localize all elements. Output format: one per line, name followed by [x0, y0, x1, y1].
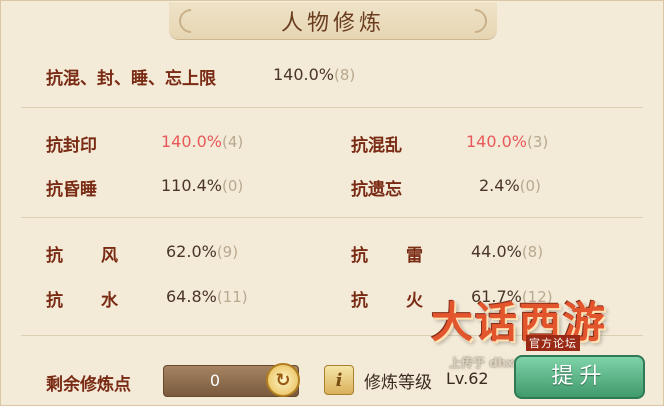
resist-water-label-a: 抗 — [46, 291, 63, 311]
resist-water-value-row: 64.8%(11) — [166, 287, 248, 307]
resist-wind-label-b: 风 — [101, 246, 118, 266]
info-icon: i — [335, 369, 343, 391]
resist-fire-value-row: 61.7%(12) — [471, 287, 553, 307]
resist-thunder-value-row: 44.0%(8) — [471, 242, 543, 262]
resist-seal-value: 140.0% — [161, 132, 223, 151]
seal-cap-value-row: 140.0%(8) — [273, 65, 355, 85]
resist-confuse-value: 140.0% — [466, 132, 528, 151]
resist-forget-row: 抗遗忘 — [351, 175, 402, 200]
resist-forget-label: 抗遗忘 — [351, 180, 402, 200]
resist-fire-label-b: 火 — [406, 291, 423, 311]
page-title: 人物修炼 — [280, 11, 385, 36]
resist-thunder-label-a: 抗 — [351, 246, 368, 266]
resist-water-label-b-row: 水 — [101, 286, 118, 311]
resist-seal-label: 抗封印 — [46, 136, 97, 156]
logo-subtitle: 官方论坛 — [526, 335, 580, 351]
seal-cap-label: 抗混、封、睡、忘上限 — [46, 69, 216, 89]
divider — [21, 107, 643, 108]
upgrade-button[interactable]: 提升 — [514, 355, 645, 399]
resist-confuse-row: 抗混乱 — [351, 131, 402, 156]
resist-sleep-count: (0) — [222, 177, 244, 195]
cultivation-level-label: 修炼等级 — [364, 373, 432, 393]
resist-fire-row: 抗 — [351, 286, 368, 311]
resist-thunder-row: 抗 — [351, 241, 368, 266]
resist-fire-label-a: 抗 — [351, 291, 368, 311]
resist-thunder-label-b-row: 雷 — [406, 241, 423, 266]
resist-confuse-count: (3) — [527, 133, 549, 151]
resist-seal-row: 抗封印 — [46, 131, 97, 156]
resist-confuse-value-row: 140.0%(3) — [466, 132, 548, 152]
cultivation-panel: 人物修炼 抗混、封、睡、忘上限 140.0%(8) 抗封印 140.0%(4) … — [0, 0, 664, 406]
divider — [21, 335, 643, 336]
cultivation-level-value: Lv.62 — [446, 369, 489, 388]
seal-cap-value: 140.0% — [273, 65, 335, 84]
resist-sleep-label: 抗昏睡 — [46, 180, 97, 200]
resist-wind-label-b-row: 风 — [101, 241, 118, 266]
resist-sleep-value: 110.4% — [161, 176, 223, 195]
seal-cap-row: 抗混、封、睡、忘上限 — [46, 64, 216, 89]
resist-fire-value: 61.7% — [471, 287, 522, 306]
remaining-points-field: 0 ↻ — [163, 363, 300, 397]
resist-water-label-b: 水 — [101, 291, 118, 311]
remaining-points-value: 0 — [209, 371, 221, 390]
resist-water-count: (11) — [216, 288, 248, 306]
resist-water-row: 抗 — [46, 286, 63, 311]
resist-wind-row: 抗 — [46, 241, 63, 266]
resist-thunder-label-b: 雷 — [406, 246, 423, 266]
resist-confuse-label: 抗混乱 — [351, 136, 402, 156]
resist-forget-value: 2.4% — [479, 176, 520, 195]
resist-fire-count: (12) — [521, 288, 553, 306]
resist-seal-value-row: 140.0%(4) — [161, 132, 243, 152]
resist-wind-count: (9) — [216, 243, 239, 261]
resist-forget-value-row: 2.4%(0) — [479, 176, 541, 196]
resist-seal-count: (4) — [222, 133, 244, 151]
title-bar: 人物修炼 — [169, 1, 497, 40]
points-label-row: 剩余修炼点 — [46, 370, 131, 395]
divider — [21, 217, 643, 218]
resist-thunder-count: (8) — [521, 243, 544, 261]
resist-wind-label-a: 抗 — [46, 246, 63, 266]
resist-sleep-row: 抗昏睡 — [46, 175, 97, 200]
resist-fire-label-b-row: 火 — [406, 286, 423, 311]
info-button[interactable]: i — [324, 365, 354, 395]
resist-sleep-value-row: 110.4%(0) — [161, 176, 243, 196]
refresh-icon: ↻ — [275, 369, 291, 391]
resist-wind-value-row: 62.0%(9) — [166, 242, 238, 262]
resist-water-value: 64.8% — [166, 287, 217, 306]
resist-forget-count: (0) — [519, 177, 541, 195]
resist-wind-value: 62.0% — [166, 242, 217, 261]
resist-thunder-value: 44.0% — [471, 242, 522, 261]
seal-cap-count: (8) — [334, 66, 356, 84]
refresh-points-button[interactable]: ↻ — [266, 363, 300, 397]
remaining-points-label: 剩余修炼点 — [46, 375, 131, 395]
